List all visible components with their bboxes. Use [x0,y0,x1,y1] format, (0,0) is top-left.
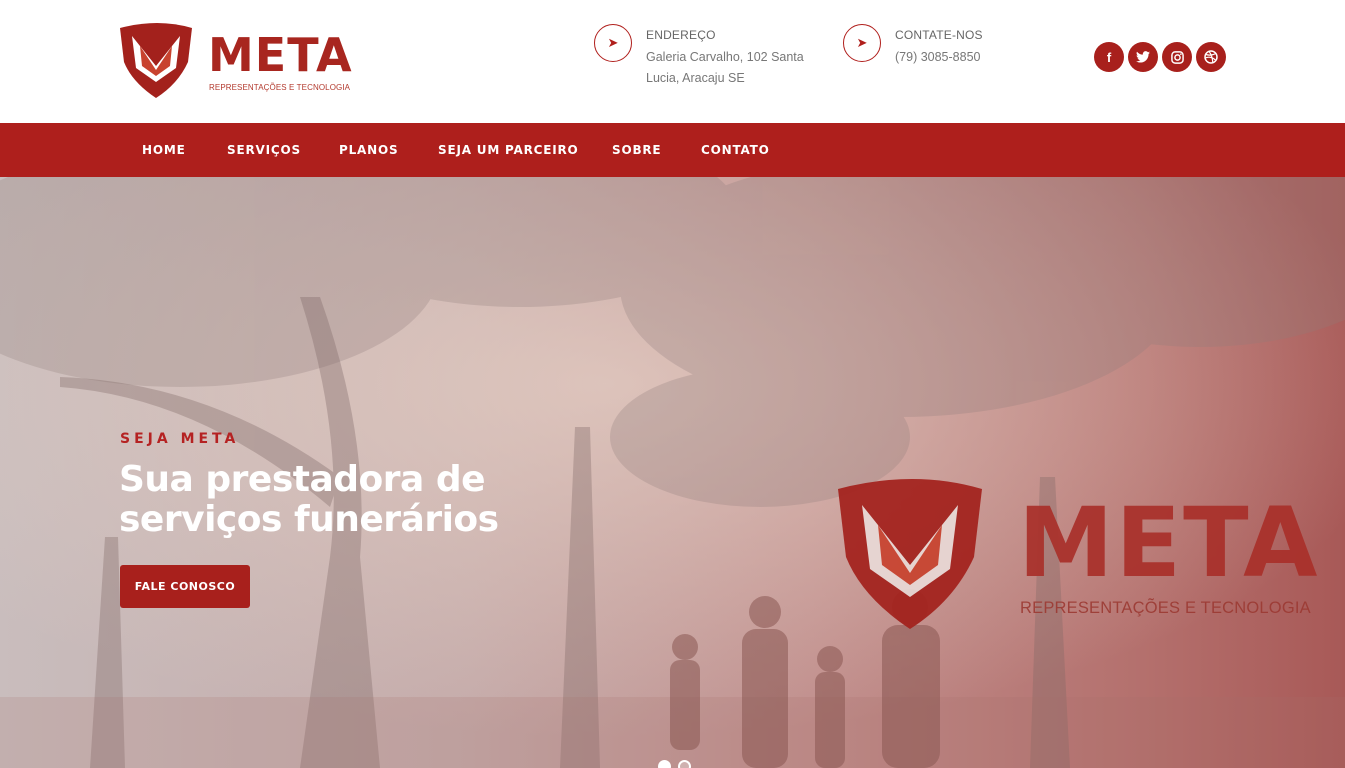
site-header: META REPRESENTAÇÕES E TECNOLOGIA ➤ ENDER… [0,0,1345,123]
meta-shield-icon [120,23,192,98]
address-line-1: Galeria Carvalho, 102 Santa [646,50,804,64]
hero-headline-line-1: Sua prestadora de [119,459,486,500]
hero-logo-tagline: REPRESENTAÇÕES E TECNOLOGIA [1020,599,1311,617]
social-links: f [1094,42,1226,72]
location-arrow-icon: ➤ [843,24,881,62]
nav-item-servicos[interactable]: SERVIÇOS [227,123,301,177]
hero-headline-line-2: serviços funerários [119,499,499,540]
brand-name: META [208,28,353,82]
slider-dot-1[interactable] [658,760,671,768]
hero-brand-logo: META REPRESENTAÇÕES E TECNOLOGIA [834,477,1317,637]
location-arrow-icon: ➤ [594,24,632,62]
nav-item-home[interactable]: HOME [142,123,186,177]
nav-item-planos[interactable]: PLANOS [339,123,398,177]
hero-headline: Sua prestadora de serviços funerários [119,460,639,540]
address-title: ENDEREÇO [646,28,716,42]
contact-title: CONTATE-NOS [895,28,983,42]
instagram-icon[interactable] [1162,42,1192,72]
contact-phone[interactable]: (79) 3085-8850 [895,47,1075,68]
nav-item-contato[interactable]: CONTATO [701,123,770,177]
main-nav: HOME SERVIÇOS PLANOS SEJA UM PARCEIRO SO… [0,123,1345,177]
twitter-icon[interactable] [1128,42,1158,72]
fale-conosco-button[interactable]: FALE CONOSCO [120,565,250,608]
slider-dot-2[interactable] [678,760,691,768]
hero-logo-word: META [1018,487,1320,599]
nav-item-seja-um-parceiro[interactable]: SEJA UM PARCEIRO [438,123,579,177]
facebook-icon[interactable]: f [1094,42,1124,72]
slider-pagination [658,760,691,768]
meta-shield-icon [838,479,982,629]
hero-slider: SEJA META Sua prestadora de serviços fun… [0,177,1345,768]
brand-tagline: REPRESENTAÇÕES E TECNOLOGIA [209,83,351,92]
address-line-2: Lucia, Aracaju SE [646,71,745,85]
nav-item-sobre[interactable]: SOBRE [612,123,661,177]
hero-kicker: SEJA META [120,431,240,447]
brand-logo[interactable]: META REPRESENTAÇÕES E TECNOLOGIA [118,22,358,102]
dribbble-icon[interactable] [1196,42,1226,72]
